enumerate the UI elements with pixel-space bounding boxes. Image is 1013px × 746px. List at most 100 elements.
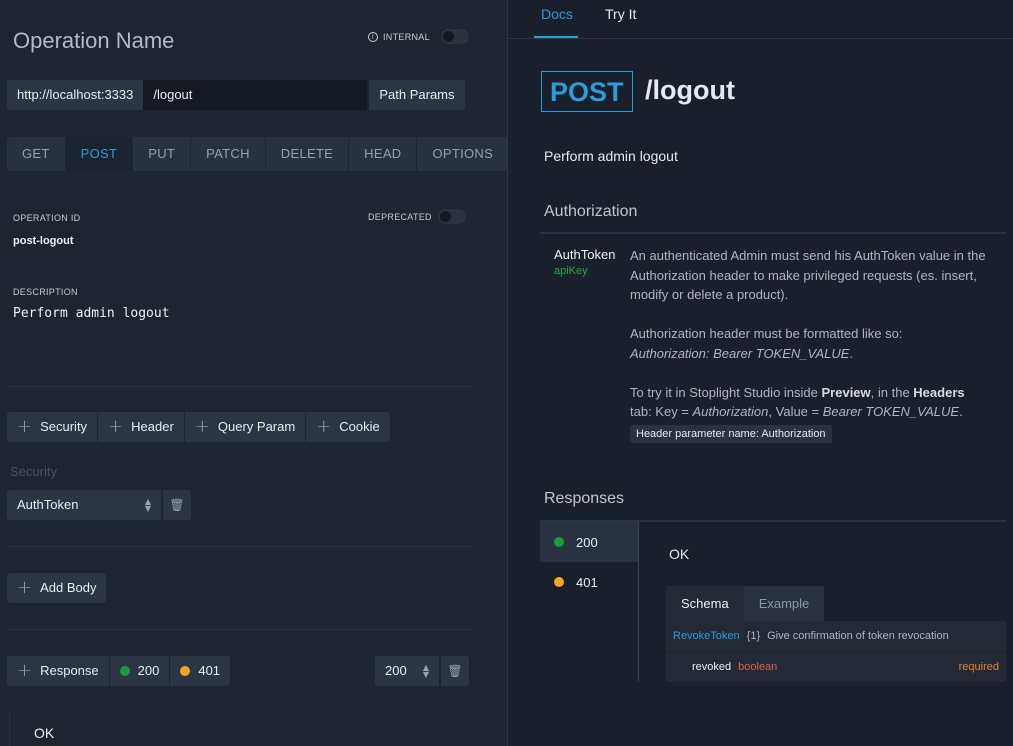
method-patch[interactable]: PATCH xyxy=(191,137,266,171)
auth-name: AuthToken xyxy=(554,247,616,262)
trash-icon[interactable]: 🗑 xyxy=(441,656,469,686)
path-params-button[interactable]: Path Params xyxy=(369,80,465,110)
plus-icon: + xyxy=(17,660,33,681)
header-param-badge: Header parameter name: Authorization xyxy=(630,425,832,443)
deprecated-label: DEPRECATED xyxy=(368,211,432,222)
deprecated-toggle[interactable] xyxy=(437,209,466,224)
add-header-button[interactable]: + Header xyxy=(98,412,185,442)
status-dot-icon xyxy=(119,666,130,676)
plus-icon: + xyxy=(17,416,33,437)
response-200-button[interactable]: 200 xyxy=(109,656,171,686)
add-body-label: Add Body xyxy=(40,580,97,595)
preview-tabs: Docs Try It xyxy=(534,0,643,38)
method-delete[interactable]: DELETE xyxy=(266,137,350,171)
response-401-label: 401 xyxy=(198,663,221,678)
plus-icon: + xyxy=(17,577,33,598)
plus-icon: + xyxy=(316,416,332,437)
select-arrows-icon: ▲ ▼ xyxy=(144,497,151,513)
method-get[interactable]: GET xyxy=(7,137,66,171)
method-head[interactable]: HEAD xyxy=(349,137,418,171)
info-icon: i xyxy=(368,31,378,42)
add-security-label: Security xyxy=(40,419,88,434)
add-body-wrap: + Add Body xyxy=(7,573,107,603)
security-select[interactable]: AuthToken ▲ ▼ xyxy=(7,490,161,520)
plus-icon: + xyxy=(108,416,124,437)
response-item-401[interactable]: 401 xyxy=(540,562,638,602)
method-options[interactable]: OPTIONS xyxy=(417,137,510,171)
add-query-param-label: Query Param xyxy=(217,419,296,434)
auth-description: An authenticated Admin must send his Aut… xyxy=(630,246,1000,441)
response-code-label: 401 xyxy=(576,574,598,590)
response-buttons: + Response 200 401 xyxy=(7,656,231,686)
auth-type: apiKey xyxy=(554,265,588,277)
endpoint-path: /logout xyxy=(645,75,735,105)
operation-id-label: OPERATION ID xyxy=(13,213,81,223)
add-response-button[interactable]: + Response xyxy=(7,656,110,686)
method-badge: POST xyxy=(541,71,633,112)
response-code-select[interactable]: 200 ▲ ▼ xyxy=(375,656,439,686)
add-response-label: Response xyxy=(40,663,99,678)
divider xyxy=(7,629,474,630)
status-dot-icon xyxy=(180,666,191,676)
response-description[interactable]: OK xyxy=(34,725,54,741)
path-input[interactable]: /logout xyxy=(143,80,368,110)
method-post[interactable]: POST xyxy=(65,137,134,171)
add-security-button[interactable]: + Security xyxy=(7,412,99,442)
response-item-200[interactable]: 200 xyxy=(540,522,638,562)
response-description: OK xyxy=(669,546,690,562)
divider xyxy=(7,546,474,547)
docs-panel: Docs Try It POST /logout Perform admin l… xyxy=(507,0,1013,746)
schema-property-row: revoked boolean required xyxy=(666,651,1006,681)
response-select-value: 200 xyxy=(385,663,407,678)
operation-id-input[interactable]: post-logout xyxy=(13,235,73,247)
divider xyxy=(540,232,1006,234)
server-host[interactable]: http://localhost:3333 xyxy=(7,80,144,110)
internal-toggle-group: i INTERNAL xyxy=(368,29,469,44)
add-cookie-button[interactable]: + Cookie xyxy=(306,412,390,442)
select-arrows-icon: ▲ ▼ xyxy=(422,663,429,679)
response-code-label: 200 xyxy=(576,534,598,550)
tab-schema[interactable]: Schema xyxy=(666,586,744,621)
tab-try-it[interactable]: Try It xyxy=(598,0,643,38)
response-200-label: 200 xyxy=(137,663,160,678)
responses-heading: Responses xyxy=(544,490,625,507)
response-list: 200 401 xyxy=(540,522,639,682)
endpoint-description: Perform admin logout xyxy=(544,148,678,164)
deprecated-toggle-group: DEPRECATED xyxy=(368,209,466,224)
operation-name-input[interactable]: Operation Name xyxy=(13,28,174,54)
add-cookie-label: Cookie xyxy=(339,419,380,434)
divider xyxy=(508,38,1013,39)
status-dot-icon xyxy=(554,577,564,587)
auth-paragraph: To try it in Stoplight Studio inside Pre… xyxy=(630,384,965,420)
add-body-button[interactable]: + Add Body xyxy=(7,573,107,603)
add-param-buttons: + Security + Header + Query Param + Cookie xyxy=(7,412,390,442)
auth-paragraph: Authorization header must be formatted l… xyxy=(630,326,903,361)
authorization-heading: Authorization xyxy=(544,203,638,220)
tab-example[interactable]: Example xyxy=(743,586,825,621)
auth-paragraph: An authenticated Admin must send his Aut… xyxy=(630,248,986,302)
schema-viewer: RevokeToken {1} Give confirmation of tok… xyxy=(666,621,1006,682)
schema-name[interactable]: RevokeToken xyxy=(673,630,740,642)
add-query-param-button[interactable]: + Query Param xyxy=(184,412,307,442)
security-row: AuthToken ▲ ▼ 🗑 xyxy=(7,490,191,520)
description-editor[interactable]: Perform admin logout xyxy=(13,306,170,321)
operation-editor: Operation Name i INTERNAL http://localho… xyxy=(0,0,510,746)
property-required: required xyxy=(958,660,999,673)
status-dot-icon xyxy=(554,537,564,547)
internal-toggle[interactable] xyxy=(440,29,469,44)
plus-icon: + xyxy=(194,416,210,437)
schema-tabs: Schema Example xyxy=(666,586,825,621)
trash-icon[interactable]: 🗑 xyxy=(163,490,191,520)
security-select-value: AuthToken xyxy=(17,497,79,512)
method-put[interactable]: PUT xyxy=(133,137,192,171)
internal-label: INTERNAL xyxy=(383,31,430,42)
url-bar: http://localhost:3333 /logout Path Param… xyxy=(7,80,465,110)
property-name: revoked xyxy=(692,660,732,673)
divider xyxy=(7,386,474,387)
tab-docs[interactable]: Docs xyxy=(534,0,578,38)
response-401-button[interactable]: 401 xyxy=(170,656,231,686)
divider xyxy=(9,710,10,746)
schema-root-row: RevokeToken {1} Give confirmation of tok… xyxy=(666,621,1006,651)
security-section-label: Security xyxy=(10,464,57,479)
schema-description: Give confirmation of token revocation xyxy=(767,630,949,642)
